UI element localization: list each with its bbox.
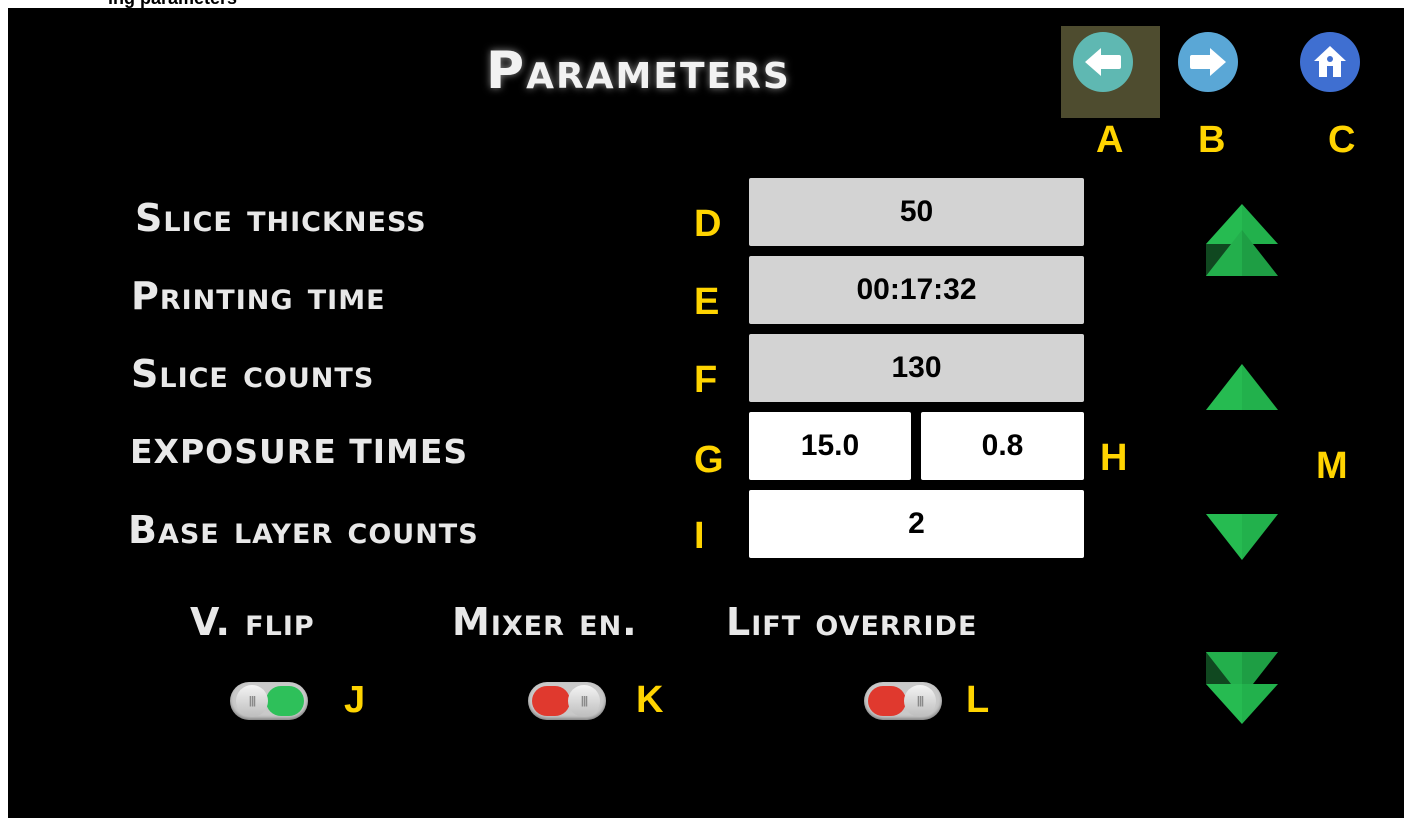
double-down-arrow-icon[interactable]	[1200, 644, 1284, 728]
mixer-en-label: Mixer en.	[452, 600, 638, 644]
mixer-en-toggle-thumb: |||	[568, 685, 600, 717]
mixer-en-toggle-track-fill	[532, 686, 570, 716]
marker-d: D	[694, 203, 722, 245]
v-flip-toggle-track-fill	[266, 686, 304, 716]
up-arrow-icon[interactable]	[1204, 362, 1280, 414]
page-title: Parameters	[486, 41, 791, 101]
exposure-time-field[interactable]: 15.0	[749, 412, 911, 480]
mixer-en-toggle[interactable]: |||	[528, 682, 606, 720]
lift-override-toggle-track-fill	[868, 686, 906, 716]
marker-k: K	[636, 679, 664, 721]
arrow-right-icon	[1190, 48, 1226, 76]
slice-counts-field[interactable]: 130	[749, 334, 1084, 402]
home-icon	[1314, 46, 1346, 77]
exposure-times-label: exposure times	[130, 432, 469, 471]
marker-a: A	[1096, 119, 1124, 161]
forward-button[interactable]	[1178, 32, 1238, 92]
printing-time-label: Printing time	[131, 274, 386, 318]
double-up-arrow-icon[interactable]	[1200, 200, 1284, 284]
lift-override-toggle-thumb: |||	[904, 685, 936, 717]
printing-time-field[interactable]: 00:17:32	[749, 256, 1084, 324]
marker-i: I	[694, 515, 705, 557]
down-arrow-icon[interactable]	[1204, 510, 1280, 562]
base-layer-counts-label: Base layer counts	[128, 508, 479, 552]
home-button[interactable]	[1300, 32, 1360, 92]
base-layer-counts-field[interactable]: 2	[749, 490, 1084, 558]
parameters-screen: Parameters A B C Slice thickness Printin…	[8, 8, 1404, 818]
marker-g: G	[694, 439, 724, 481]
caption-fragment-strip: ing parameters	[0, 0, 1411, 8]
lift-override-label: Lift override	[726, 600, 978, 644]
marker-e: E	[694, 281, 720, 323]
marker-b: B	[1198, 119, 1226, 161]
lift-override-toggle[interactable]: |||	[864, 682, 942, 720]
base-exposure-time-field[interactable]: 0.8	[921, 412, 1084, 480]
marker-m: M	[1316, 445, 1348, 487]
marker-l: L	[966, 679, 990, 721]
back-button[interactable]	[1073, 32, 1133, 92]
marker-c: C	[1328, 119, 1356, 161]
slice-counts-label: Slice counts	[131, 352, 375, 396]
arrow-left-icon	[1085, 48, 1121, 76]
v-flip-toggle-thumb: |||	[236, 685, 268, 717]
v-flip-toggle[interactable]: |||	[230, 682, 308, 720]
marker-f: F	[694, 359, 718, 401]
slice-thickness-label: Slice thickness	[135, 196, 427, 240]
v-flip-label: V. flip	[190, 600, 315, 644]
marker-h: H	[1100, 437, 1128, 479]
caption-fragment: ing parameters	[108, 0, 237, 8]
slice-thickness-field[interactable]: 50	[749, 178, 1084, 246]
marker-j: J	[344, 679, 366, 721]
